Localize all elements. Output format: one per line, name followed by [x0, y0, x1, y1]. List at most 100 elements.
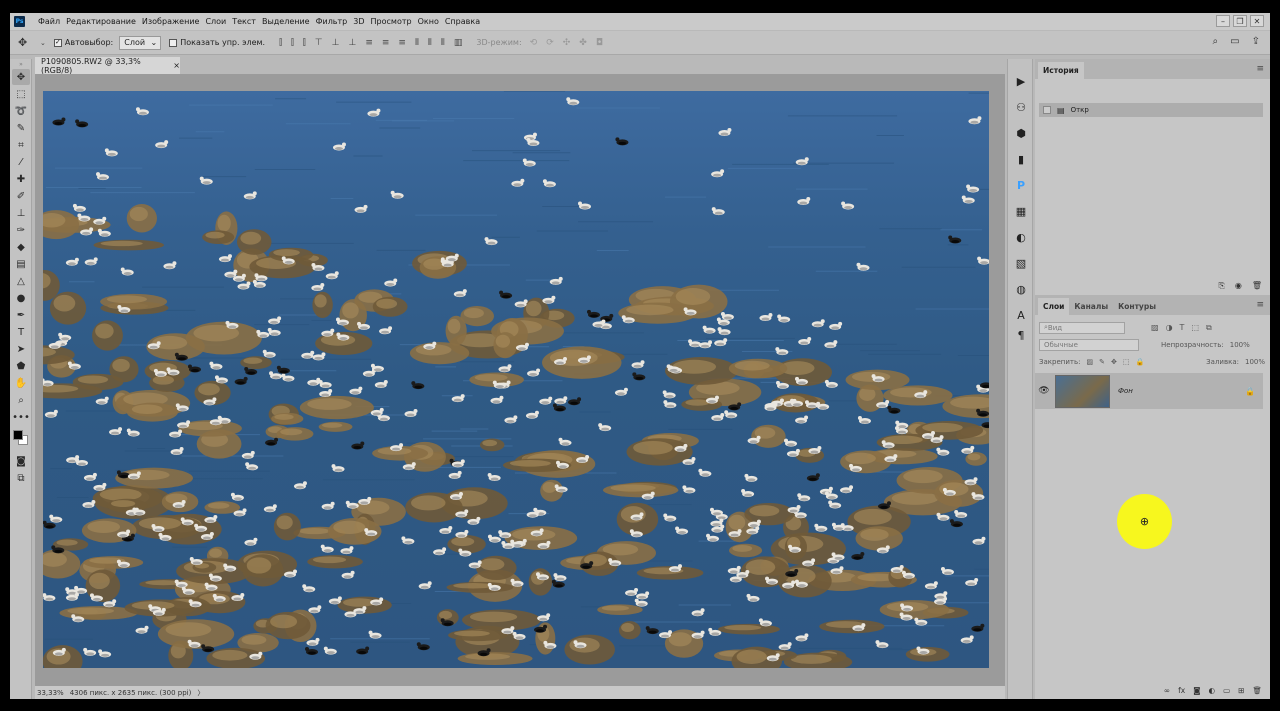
healing-brush-tool-icon[interactable]: ✚ — [12, 171, 30, 187]
close-tab-icon[interactable]: × — [173, 61, 180, 70]
document-image[interactable] — [43, 91, 989, 668]
menu-window[interactable]: Окно — [415, 17, 442, 26]
history-source-checkbox[interactable] — [1043, 106, 1051, 114]
lock-artboard-icon[interactable]: ⬚ — [1123, 358, 1130, 366]
paragraph-icon[interactable]: ¶ — [1011, 325, 1031, 345]
tab-paths[interactable]: Контуры — [1113, 298, 1161, 315]
panel-menu-icon[interactable]: ≡ — [1256, 64, 1264, 74]
eyedropper-tool-icon[interactable]: ⁄ — [12, 154, 30, 170]
blend-mode-dropdown[interactable]: Обычные — [1039, 338, 1139, 351]
gradient-tool-icon[interactable]: ▤ — [12, 256, 30, 272]
pen-tool-icon[interactable]: ✒ — [12, 307, 30, 323]
autoselect-dropdown[interactable]: Слой ⌄ — [119, 35, 162, 50]
users-icon[interactable]: ⚇ — [1011, 97, 1031, 117]
dodge-tool-icon[interactable]: ● — [12, 290, 30, 306]
libraries-icon[interactable]: ▧ — [1011, 253, 1031, 273]
zoom-tool-icon[interactable]: ⌕ — [12, 392, 30, 408]
history-item[interactable]: ▤ Откр — [1039, 103, 1263, 117]
chevron-down-icon[interactable]: ⌄ — [40, 39, 46, 47]
visibility-eye-icon[interactable]: 👁 — [1035, 386, 1053, 396]
menu-image[interactable]: Изображение — [139, 17, 203, 26]
menu-layers[interactable]: Слои — [202, 17, 229, 26]
status-menu-icon[interactable]: 〉 — [197, 688, 204, 698]
orbit-3d-icon[interactable]: ⟲ — [530, 38, 538, 48]
plugin-p-icon[interactable]: P — [1011, 175, 1031, 195]
brush-tool-icon[interactable]: ✐ — [12, 188, 30, 204]
link-layers-icon[interactable]: ∞ — [1164, 686, 1170, 695]
menu-filter[interactable]: Фильтр — [313, 17, 351, 26]
fill-value[interactable]: 100% — [1245, 358, 1265, 366]
move-tool-icon[interactable]: ✥ — [12, 69, 30, 85]
search-icon[interactable]: ⌕ — [1213, 36, 1219, 47]
layer-filter-dropdown[interactable]: ⌕ Вид — [1039, 321, 1125, 334]
menu-3d[interactable]: 3D — [350, 17, 367, 26]
filter-pixel-icon[interactable]: ▨ — [1151, 323, 1159, 333]
align-vcenter-icon[interactable]: ⊥ — [332, 38, 340, 48]
lock-brush-icon[interactable]: ✎ — [1099, 358, 1105, 366]
history-brush-tool-icon[interactable]: ✑ — [12, 222, 30, 238]
minimize-button[interactable]: – — [1216, 15, 1230, 27]
menu-edit[interactable]: Редактирование — [63, 17, 139, 26]
menu-help[interactable]: Справка — [442, 17, 483, 26]
character-icon[interactable]: A — [1011, 305, 1031, 325]
tab-channels[interactable]: Каналы — [1069, 298, 1113, 315]
distribute-bottom-icon[interactable]: ≡ — [398, 38, 406, 48]
hand-tool-icon[interactable]: ✋ — [12, 375, 30, 391]
lock-position-icon[interactable]: ✥ — [1111, 358, 1117, 366]
more-tools-icon[interactable]: ••• — [12, 409, 30, 425]
trash-icon[interactable]: 🗑 — [1252, 281, 1262, 291]
tab-layers[interactable]: Слои — [1038, 298, 1070, 315]
lasso-tool-icon[interactable]: ➰ — [12, 103, 30, 119]
grid-icon[interactable]: ▦ — [1011, 201, 1031, 221]
trash-icon[interactable]: 🗑 — [1252, 686, 1262, 695]
align-hcenter-icon[interactable]: ⫿ — [291, 38, 294, 48]
tab-history[interactable]: История — [1038, 62, 1084, 79]
quick-mask-icon[interactable]: ◙ — [12, 453, 30, 469]
adjustment-layer-icon[interactable]: ◐ — [1209, 686, 1216, 695]
adjustments-icon[interactable]: ◐ — [1011, 227, 1031, 247]
zoom-level[interactable]: 33,33% — [37, 689, 64, 697]
marquee-tool-icon[interactable]: ⬚ — [12, 86, 30, 102]
collapse-icon[interactable]: » — [12, 60, 30, 68]
align-left-icon[interactable]: ⫿ — [279, 38, 282, 48]
add-mask-icon[interactable]: ◙ — [1193, 686, 1200, 695]
new-layer-icon[interactable]: ⊞ — [1238, 686, 1244, 695]
clone-stamp-tool-icon[interactable]: ⊥ — [12, 205, 30, 221]
pan-3d-icon[interactable]: ✣ — [563, 38, 571, 48]
filter-type-icon[interactable]: T — [1180, 323, 1185, 333]
auto-align-icon[interactable]: ▥ — [454, 38, 463, 48]
menu-select[interactable]: Выделение — [259, 17, 313, 26]
info-icon[interactable]: ◍ — [1011, 279, 1031, 299]
distribute-hcenter-icon[interactable]: ⦀ — [428, 38, 432, 48]
opacity-value[interactable]: 100% — [1230, 341, 1250, 349]
align-bottom-icon[interactable]: ⊥ — [348, 38, 356, 48]
filter-adjustment-icon[interactable]: ◑ — [1166, 323, 1173, 333]
menu-type[interactable]: Текст — [229, 17, 259, 26]
histogram-icon[interactable]: ▮ — [1011, 149, 1031, 169]
quick-select-tool-icon[interactable]: ✎ — [12, 120, 30, 136]
color-swatches[interactable] — [12, 429, 30, 449]
distribute-left-icon[interactable]: ⦀ — [415, 38, 419, 48]
snapshot-camera-icon[interactable]: ◉ — [1235, 281, 1242, 291]
eraser-tool-icon[interactable]: ◆ — [12, 239, 30, 255]
align-right-icon[interactable]: ⫿ — [303, 38, 306, 48]
lock-transparent-icon[interactable]: ▨ — [1086, 358, 1093, 366]
distribute-top-icon[interactable]: ≡ — [365, 38, 373, 48]
3d-cube-icon[interactable]: ⬢ — [1011, 123, 1031, 143]
screen-mode-icon[interactable]: ⧉ — [12, 470, 30, 486]
show-transform-checkbox[interactable]: Показать упр. элем. — [169, 38, 265, 47]
shape-tool-icon[interactable]: ⬟ — [12, 358, 30, 374]
lock-all-icon[interactable]: 🔒 — [1135, 358, 1144, 366]
share-icon[interactable]: ⇪ — [1252, 36, 1260, 47]
align-top-icon[interactable]: ⊤ — [315, 38, 323, 48]
workspace-icon[interactable]: ▭ — [1230, 36, 1239, 47]
restore-button[interactable]: ❐ — [1233, 15, 1247, 27]
menu-view[interactable]: Просмотр — [368, 17, 415, 26]
filter-shape-icon[interactable]: ⬚ — [1191, 323, 1199, 333]
menu-file[interactable]: Файл — [35, 17, 63, 26]
close-button[interactable]: ✕ — [1250, 15, 1264, 27]
panel-menu-icon[interactable]: ≡ — [1256, 300, 1264, 310]
slide-3d-icon[interactable]: ✤ — [579, 38, 587, 48]
move-tool-icon[interactable]: ✥ — [18, 36, 40, 49]
distribute-right-icon[interactable]: ⦀ — [441, 38, 445, 48]
